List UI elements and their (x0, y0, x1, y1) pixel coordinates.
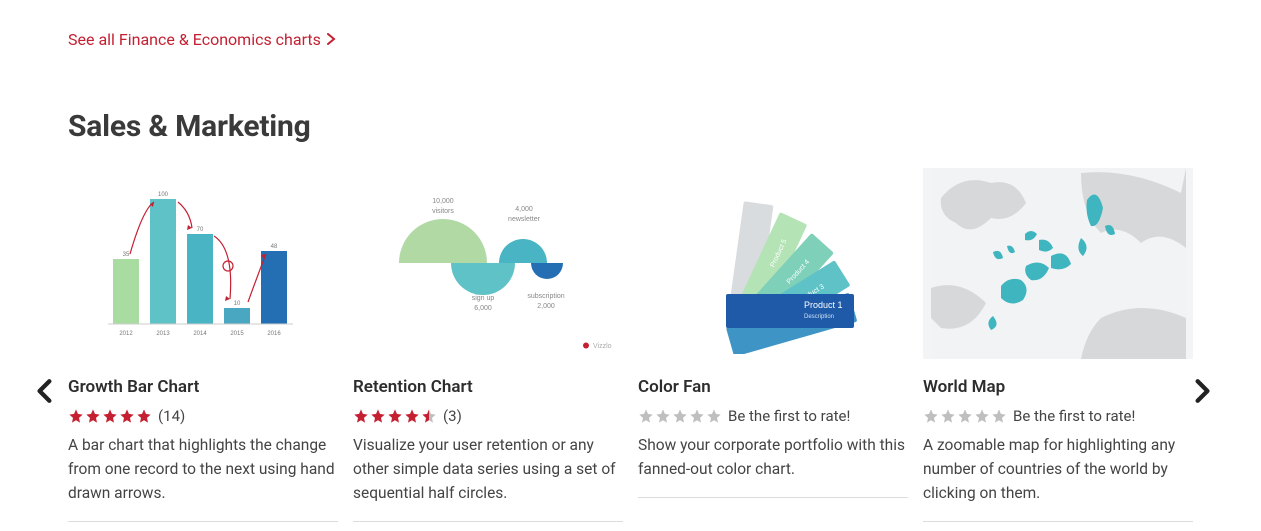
card-desc: Show your corporate portfolio with this … (638, 433, 908, 481)
thumb-retention-chart[interactable]: 10,000 visitors newsletter 4,000 sign up… (353, 168, 623, 359)
svg-text:sign up: sign up (471, 295, 494, 302)
card-desc: A zoomable map for highlighting any numb… (923, 433, 1193, 505)
svg-text:10: 10 (234, 301, 241, 307)
carousel-prev-button[interactable] (32, 378, 62, 408)
card-divider (923, 521, 1193, 522)
svg-text:visitors: visitors (432, 208, 454, 215)
rating-cta[interactable]: Be the first to rate! (728, 407, 850, 425)
stars-icon (638, 408, 722, 424)
card-retention-chart: 10,000 visitors newsletter 4,000 sign up… (353, 168, 623, 522)
cards-row: 35 100 70 10 48 2012 2013 2014 2015 2016 (68, 168, 1193, 522)
chevron-right-icon (1189, 378, 1215, 404)
chevron-right-icon (327, 30, 336, 49)
card-desc: A bar chart that highlights the change f… (68, 433, 338, 505)
card-divider (68, 521, 338, 522)
svg-text:100: 100 (158, 192, 169, 198)
svg-text:newsletter: newsletter (508, 216, 541, 223)
stars-icon (68, 408, 152, 424)
thumb-color-fan[interactable]: Product 5 Product 4 Product 3 Product 2 … (638, 168, 908, 359)
rating-cta[interactable]: Be the first to rate! (1013, 407, 1135, 425)
svg-text:6,000: 6,000 (474, 305, 492, 312)
retention-chart-icon: 10,000 visitors newsletter 4,000 sign up… (361, 168, 616, 359)
growth-bar-chart-icon: 35 100 70 10 48 2012 2013 2014 2015 2016 (88, 174, 318, 354)
card-world-map: World Map Be the first to rate! A zoomab… (923, 168, 1193, 522)
stars-icon (353, 408, 437, 424)
svg-text:Product 1: Product 1 (804, 300, 843, 310)
stars-icon (923, 408, 1007, 424)
thumb-growth-bar-chart[interactable]: 35 100 70 10 48 2012 2013 2014 2015 2016 (68, 168, 338, 359)
svg-text:subscription: subscription (527, 293, 564, 300)
card-divider (638, 497, 908, 498)
svg-text:2013: 2013 (156, 331, 170, 337)
svg-text:70: 70 (197, 227, 204, 233)
card-desc: Visualize your user retention or any oth… (353, 433, 623, 505)
see-all-label: See all Finance & Economics charts (68, 30, 321, 49)
svg-text:35: 35 (123, 252, 130, 258)
rating-row: Be the first to rate! (638, 407, 908, 425)
card-title: World Map (923, 377, 1193, 397)
svg-text:2015: 2015 (230, 331, 244, 337)
card-divider (353, 521, 623, 522)
thumb-world-map[interactable] (923, 168, 1193, 359)
svg-text:2,000: 2,000 (537, 303, 555, 310)
card-color-fan: Product 5 Product 4 Product 3 Product 2 … (638, 168, 908, 522)
rating-row: (3) (353, 407, 623, 425)
svg-text:2012: 2012 (119, 331, 133, 337)
svg-text:48: 48 (271, 244, 278, 250)
rating-row: Be the first to rate! (923, 407, 1193, 425)
carousel-next-button[interactable] (1189, 378, 1219, 408)
rating-count: (14) (158, 407, 185, 425)
color-fan-icon: Product 5 Product 4 Product 3 Product 2 … (658, 174, 888, 354)
svg-text:Description: Description (804, 314, 834, 320)
svg-text:2014: 2014 (193, 331, 207, 337)
card-title: Growth Bar Chart (68, 377, 338, 397)
chevron-left-icon (32, 378, 58, 404)
card-title: Color Fan (638, 377, 908, 397)
svg-text:Vizzlo: Vizzlo (593, 343, 612, 350)
card-growth-bar-chart: 35 100 70 10 48 2012 2013 2014 2015 2016 (68, 168, 338, 522)
world-map-icon (931, 168, 1186, 359)
card-title: Retention Chart (353, 377, 623, 397)
see-all-link[interactable]: See all Finance & Economics charts (68, 30, 336, 49)
rating-row: (14) (68, 407, 338, 425)
rating-count: (3) (443, 407, 462, 425)
svg-text:4,000: 4,000 (515, 206, 533, 213)
section-heading: Sales & Marketing (68, 109, 1193, 144)
svg-text:10,000: 10,000 (432, 198, 454, 205)
svg-text:2016: 2016 (267, 331, 281, 337)
